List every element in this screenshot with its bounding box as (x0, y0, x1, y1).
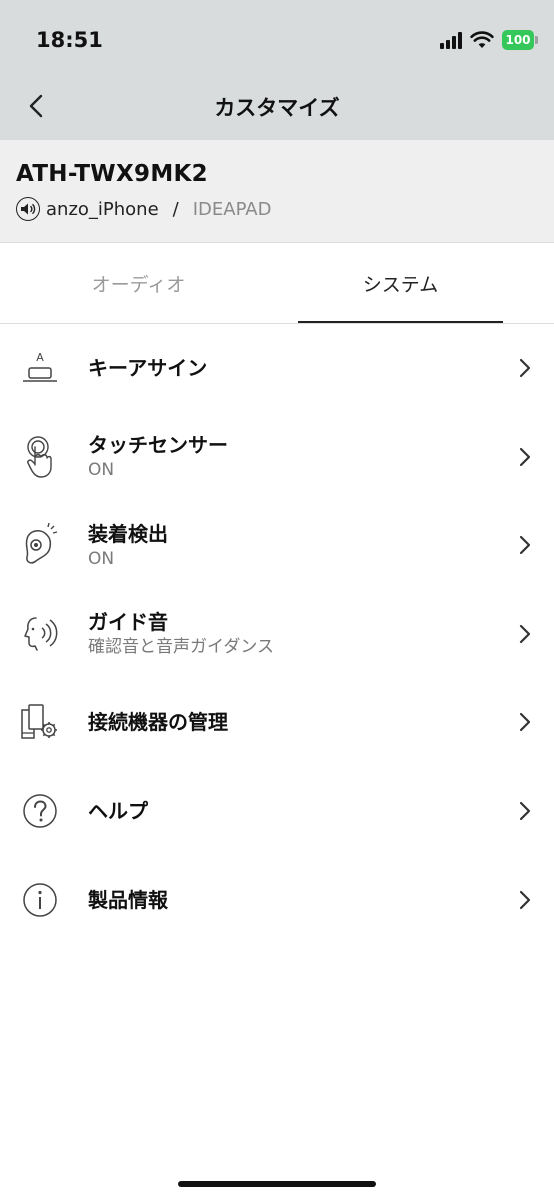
chevron-right-icon (519, 713, 531, 732)
svg-text:A: A (36, 351, 44, 364)
status-icons: 100 (440, 28, 538, 52)
menu-item-help[interactable]: ヘルプ (0, 767, 554, 856)
connection-row: anzo_iPhone / IDEAPAD (16, 197, 271, 221)
menu-item-key-assign[interactable]: A キーアサイン (0, 324, 554, 413)
status-time: 18:51 (36, 28, 103, 52)
menu-item-wear-detection[interactable]: 装着検出 ON (0, 501, 554, 590)
menu-label: 製品情報 (88, 887, 168, 912)
top-bar: 18:51 100 カスタマイズ (0, 0, 554, 140)
battery-icon: 100 (502, 30, 538, 50)
earbud-detect-icon (18, 523, 62, 567)
chevron-right-icon (519, 890, 531, 909)
tab-audio[interactable]: オーディオ (0, 243, 277, 323)
home-indicator[interactable] (178, 1181, 376, 1187)
key-assign-icon: A (18, 346, 62, 390)
tab-bar: オーディオ システム (0, 243, 554, 324)
cellular-signal-icon (440, 31, 462, 49)
device-settings-icon (18, 700, 62, 744)
chevron-right-icon (519, 624, 531, 643)
menu-label: キーアサイン (88, 356, 208, 380)
voice-guide-icon (18, 612, 62, 656)
page-title: カスタマイズ (214, 96, 340, 120)
chevron-right-icon (519, 358, 531, 378)
menu-label: タッチセンサー (88, 433, 228, 458)
menu-item-touch-sensor[interactable]: タッチセンサー ON (0, 413, 554, 502)
device-name: ATH-TWX9MK2 (16, 161, 208, 187)
device-separator: / (172, 198, 179, 220)
menu-label: ガイド音 (88, 610, 168, 635)
connected-device-name: anzo_iPhone (46, 198, 159, 220)
menu-subtitle: ON (88, 460, 115, 481)
chevron-right-icon (519, 447, 531, 466)
info-icon (18, 878, 62, 922)
help-icon (18, 789, 62, 833)
menu-item-guide-sound[interactable]: ガイド音 確認音と音声ガイダンス (0, 590, 554, 679)
tab-system[interactable]: システム (298, 243, 503, 323)
menu-label: 装着検出 (88, 521, 168, 546)
chevron-right-icon (519, 536, 531, 555)
other-device-name: IDEAPAD (192, 198, 272, 220)
menu-label: 接続機器の管理 (88, 710, 228, 735)
device-panel: ATH-TWX9MK2 anzo_iPhone / IDEAPAD (0, 140, 554, 243)
active-tab-indicator (298, 321, 503, 323)
touch-finger-icon (18, 435, 62, 479)
menu-label: ヘルプ (88, 798, 148, 823)
menu-subtitle: ON (88, 548, 115, 569)
settings-menu: A キーアサイン タッチセンサー ON 装着検出 ON ガイド音 確認音と音声ガ… (0, 324, 554, 944)
wifi-icon (470, 31, 494, 48)
speaker-icon (16, 197, 40, 221)
chevron-right-icon (519, 801, 531, 821)
menu-subtitle: 確認音と音声ガイダンス (88, 637, 274, 658)
menu-item-device-management[interactable]: 接続機器の管理 (0, 678, 554, 767)
menu-item-product-info[interactable]: 製品情報 (0, 856, 554, 945)
